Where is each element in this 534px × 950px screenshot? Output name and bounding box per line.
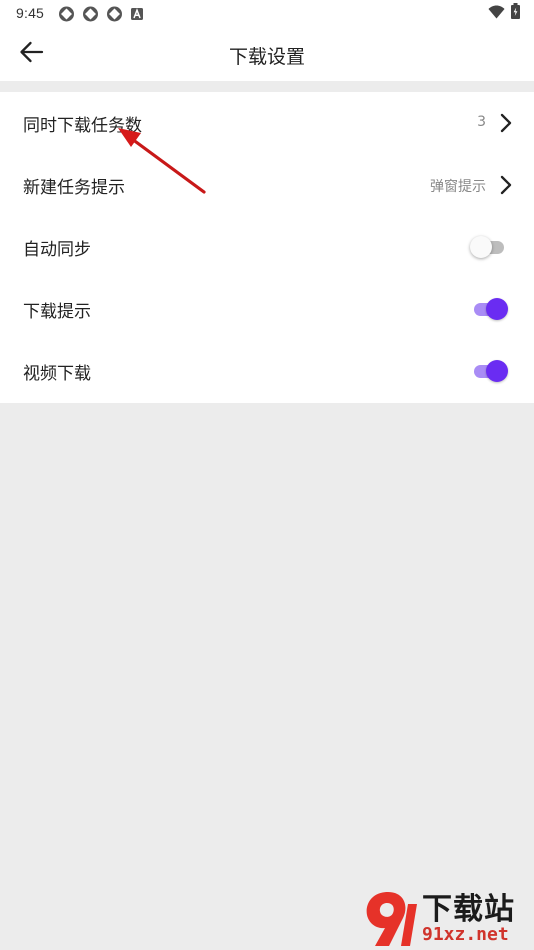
setting-label: 下载提示	[23, 302, 91, 322]
auto-sync-toggle[interactable]	[470, 235, 508, 259]
setting-label: 新建任务提示	[23, 178, 125, 198]
setting-row-new-task-prompt[interactable]: 新建任务提示 弹窗提示	[0, 154, 534, 216]
aperture-icon	[106, 6, 123, 22]
setting-row-video-download: 视频下载	[0, 340, 534, 402]
watermark-title: 下载站	[422, 892, 515, 927]
download-prompt-toggle[interactable]	[470, 297, 508, 321]
status-icons-left	[58, 6, 147, 22]
watermark-domain: 91xz.net	[422, 924, 509, 945]
video-download-toggle[interactable]	[470, 359, 508, 383]
setting-label: 自动同步	[23, 240, 91, 260]
wifi-icon	[488, 4, 505, 23]
setting-label: 同时下载任务数	[23, 116, 142, 136]
setting-row-auto-sync: 自动同步	[0, 216, 534, 278]
toggle-thumb	[486, 298, 508, 320]
app-bar: 下载设置	[0, 28, 534, 81]
watermark: 下载站 91xz.net	[360, 884, 532, 950]
section-divider	[0, 81, 534, 92]
status-icons-right	[488, 3, 520, 23]
setting-label: 视频下载	[23, 364, 91, 384]
a-square-icon	[130, 6, 147, 22]
battery-icon	[511, 3, 520, 23]
setting-value: 弹窗提示	[430, 179, 486, 195]
status-bar: 9:45	[0, 0, 534, 28]
toggle-thumb	[486, 360, 508, 382]
setting-row-download-prompt: 下载提示	[0, 278, 534, 340]
settings-list: 同时下载任务数 3 新建任务提示 弹窗提示 自动同步 下载提示 视频下载	[0, 92, 534, 403]
aperture-icon	[82, 6, 99, 22]
chevron-right-icon	[498, 112, 514, 134]
status-time: 9:45	[16, 5, 45, 21]
toggle-thumb	[470, 236, 492, 258]
aperture-icon	[58, 6, 75, 22]
setting-row-concurrent-downloads[interactable]: 同时下载任务数 3	[0, 92, 534, 154]
setting-value: 3	[477, 114, 486, 130]
page-title: 下载设置	[228, 46, 305, 68]
chevron-right-icon	[498, 174, 514, 196]
watermark-logo-icon	[366, 892, 417, 946]
